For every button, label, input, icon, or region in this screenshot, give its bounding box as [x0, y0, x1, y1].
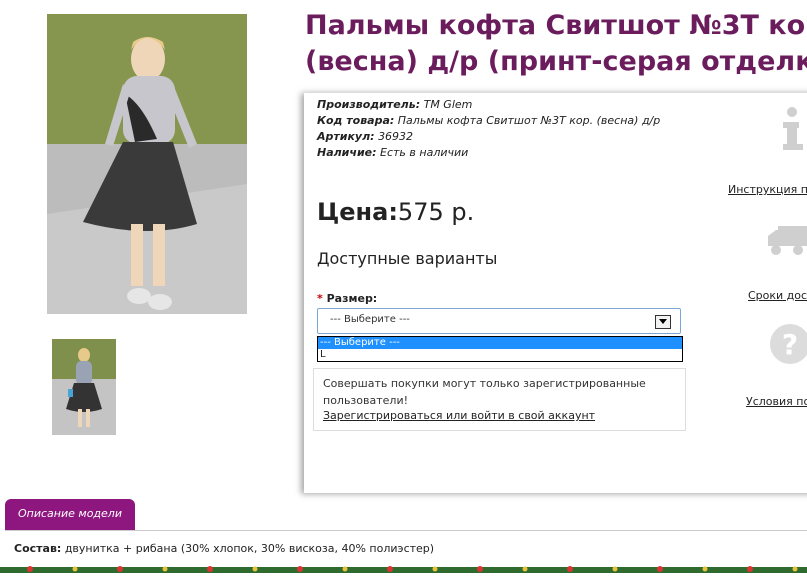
product-meta: Производитель: ТМ Glem Код товара: Пальм… [317, 97, 662, 161]
composition-label: Состав: [14, 542, 62, 555]
manufacturer-label: Производитель: [317, 98, 421, 111]
purchase-conditions-link[interactable]: Условия по [746, 395, 807, 408]
stock-row: Наличие: Есть в наличии [317, 145, 662, 161]
login-notice-message: Совершать покупки могут только зарегистр… [323, 377, 646, 407]
composition: Состав: двунитка + рибана (30% хлопок, 3… [14, 542, 434, 555]
manufacturer-value: ТМ Glem [423, 98, 473, 111]
available-variants-heading: Доступные варианты [317, 249, 498, 268]
question-mark-icon[interactable]: ? [768, 322, 807, 366]
sku-label: Артикул: [317, 130, 375, 143]
product-code-row: Код товара: Пальмы кофта Свитшот №3Т кор… [317, 113, 662, 129]
size-select[interactable]: --- Выберите --- [317, 308, 681, 334]
instruction-link[interactable]: Инструкция по [728, 183, 807, 196]
product-title: Пальмы кофта Свитшот №3Т кор. (весна) д/… [305, 8, 807, 80]
sku-row: Артикул: 36932 [317, 129, 662, 145]
delivery-terms-link[interactable]: Сроки дост [748, 289, 807, 302]
size-option-l[interactable]: L [318, 349, 682, 361]
chevron-down-icon[interactable] [655, 315, 671, 329]
register-login-link[interactable]: Зарегистрироваться или войти в свой акка… [323, 409, 595, 422]
size-label-text: Размер: [326, 292, 378, 305]
login-notice: Совершать покупки могут только зарегистр… [313, 368, 686, 431]
product-thumbnail[interactable] [52, 339, 116, 435]
manufacturer-row: Производитель: ТМ Glem [317, 97, 662, 113]
price-label: Цена: [317, 198, 398, 226]
product-title-line2: (весна) д/р (принт-серая отделка) [305, 46, 807, 77]
tab-divider [5, 530, 807, 531]
info-icon[interactable] [781, 106, 803, 152]
holiday-garland-decoration [0, 558, 807, 573]
sku-value: 36932 [378, 130, 414, 143]
size-select-value: --- Выберите --- [330, 314, 410, 325]
product-main-photo[interactable] [47, 14, 247, 314]
size-label: * Размер: [317, 292, 377, 305]
product-code-label: Код товара: [317, 114, 395, 127]
composition-value: двунитка + рибана (30% хлопок, 30% виско… [64, 542, 435, 555]
size-option-placeholder[interactable]: --- Выберите --- [318, 337, 682, 349]
stock-label: Наличие: [317, 146, 377, 159]
product-code-value: Пальмы кофта Свитшот №3Т кор. (весна) д/… [397, 114, 661, 127]
tab-model-description[interactable]: Описание модели [5, 499, 135, 531]
svg-text:?: ? [782, 328, 798, 361]
size-dropdown-list[interactable]: --- Выберите --- L [317, 336, 683, 362]
product-title-line1: Пальмы кофта Свитшот №3Т кор. [305, 10, 807, 41]
price: Цена:575 р. [317, 198, 474, 226]
truck-icon[interactable] [768, 224, 807, 256]
required-mark: * [317, 292, 323, 305]
stock-value: Есть в наличии [380, 146, 469, 159]
price-value: 575 р. [397, 198, 475, 226]
